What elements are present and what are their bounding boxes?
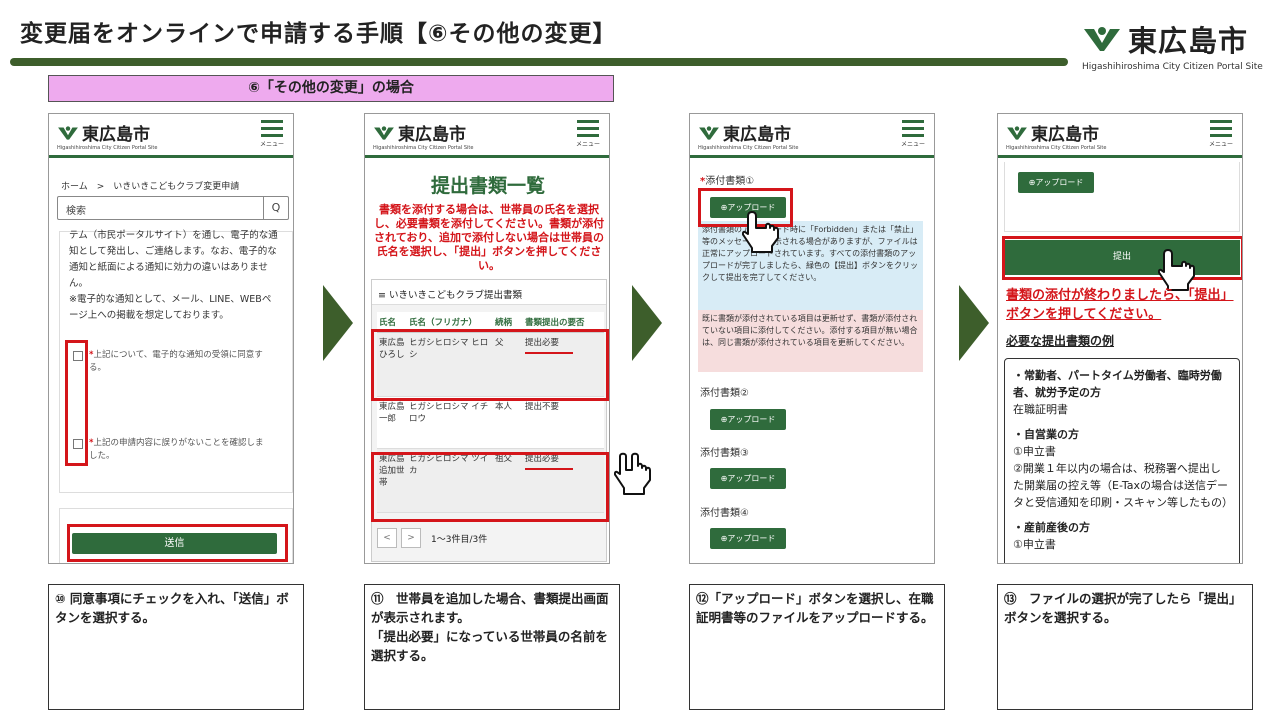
phone-logo[interactable]: 東広島市 Higashihiroshima City Citizen Porta… <box>1006 120 1106 151</box>
step-caption-13: ⑬ ファイルの選択が完了したら「提出」ボタンを選択する。 <box>997 584 1253 710</box>
next-step-arrow <box>632 285 662 361</box>
next-step-arrow <box>323 285 353 361</box>
highlight-row-3 <box>371 452 609 522</box>
search-input[interactable]: 検索 Q <box>57 196 289 220</box>
page-title: 変更届をオンラインで申請する手順【⑥その他の変更】 <box>20 21 617 47</box>
hamburger-icon <box>261 120 283 123</box>
highlight-checkboxes <box>65 340 88 466</box>
attachment-label-3: 添付書類③ <box>700 448 749 459</box>
upload-button[interactable]: ⊕アップロード <box>1018 172 1094 193</box>
phone-header: 東広島市 Higashihiroshima City Citizen Porta… <box>998 114 1242 158</box>
phone-logo-name: 東広島市 <box>1031 125 1099 145</box>
member-relation: 本人 <box>493 396 523 449</box>
phone-screen-3: 東広島市 Higashihiroshima City Citizen Porta… <box>689 113 935 564</box>
list-title: ≡ いきいきこどもクラブ提出書類 <box>372 280 606 305</box>
upload-button-2[interactable]: ⊕アップロード <box>710 409 786 430</box>
consent-label-1: *上記について、電子的な通知の受領に同意する。 <box>89 350 263 373</box>
leaf-logo-icon <box>58 125 78 140</box>
phone-logo-name: 東広島市 <box>398 125 466 145</box>
pagination: < > 1～3件目/3件 <box>377 528 487 548</box>
highlight-send-button <box>67 524 288 562</box>
pointing-hand-icon <box>742 211 779 253</box>
phone-header: 東広島市 Higashihiroshima City Citizen Porta… <box>690 114 934 158</box>
example-title: ・産前産後の方 <box>1013 521 1090 534</box>
phone-screen-1: 東広島市 Higashihiroshima City Citizen Porta… <box>48 113 294 564</box>
phone-logo-sub: Higashihiroshima City Citizen Portal Sit… <box>373 145 474 151</box>
upload-warning-notice: 既に書類が添付されている項目は更新せず、書類が添付されていない項目に添付してくだ… <box>698 310 923 372</box>
phone-logo-name: 東広島市 <box>82 125 150 145</box>
example-body: 在職証明書 <box>1013 403 1068 416</box>
example-body: ②開業１年以内の場合は、税務署へ提出した開業届の控え等（E-Taxの場合は送信デ… <box>1013 462 1233 509</box>
attachment-label-1: *添付書類① <box>700 176 755 187</box>
phone-logo-sub: Higashihiroshima City Citizen Portal Sit… <box>698 145 799 151</box>
step-caption-12: ⑫「アップロード」ボタンを選択し、在職証明書等のファイルをアップロードする。 <box>689 584 945 710</box>
phone-logo-sub: Higashihiroshima City Citizen Portal Sit… <box>1006 145 1107 151</box>
search-placeholder: 検索 <box>66 206 86 217</box>
menu-label: メニュー <box>259 141 284 148</box>
example-title: ・常勤者、パートタイム労働者、臨時労働者、就労予定の方 <box>1013 369 1222 399</box>
consent-text: テム（市民ポータルサイト）を通し、電子的な通知として発出し、ご連絡します。なお、… <box>69 230 278 321</box>
required-docs-heading: 必要な提出書類の例 <box>1006 334 1115 348</box>
phone-header: 東広島市 Higashihiroshima City Citizen Porta… <box>365 114 609 158</box>
required-docs-examples: ・常勤者、パートタイム労働者、臨時労働者、就労予定の方 在職証明書 ・自営業の方… <box>1004 358 1240 563</box>
member-name-link[interactable]: 東広島一郎 <box>377 396 407 449</box>
phone-screen-4: 東広島市 Higashihiroshima City Citizen Porta… <box>997 113 1243 564</box>
breadcrumb[interactable]: ホーム > いきいきこどもクラブ変更申請 <box>61 179 239 192</box>
table-row[interactable]: 東広島一郎 ヒガシヒロシマ イチロウ 本人 提出不要 <box>377 396 604 449</box>
menu-label: メニュー <box>900 141 925 148</box>
phone-header: 東広島市 Higashihiroshima City Citizen Porta… <box>49 114 293 158</box>
logo-name: 東広島市 <box>1128 24 1249 58</box>
menu-button[interactable]: メニュー <box>900 120 926 148</box>
upload-info-notice: 添付書類のアップロード時に「Forbidden」または「禁止」等のメッセージが表… <box>698 221 923 310</box>
leaf-logo-icon <box>1084 27 1120 51</box>
phone-logo-sub: Higashihiroshima City Citizen Portal Sit… <box>57 145 158 151</box>
hamburger-icon <box>902 120 924 123</box>
documents-heading: 提出書類一覧 <box>430 175 545 197</box>
example-body: ①申立書 <box>1013 445 1056 458</box>
example-body: ①申立書 <box>1013 538 1056 551</box>
logo-subtitle: Higashihiroshima City Citizen Portal Sit… <box>1082 62 1263 72</box>
leaf-logo-icon <box>699 125 719 140</box>
example-title: ・自営業の方 <box>1013 428 1079 441</box>
hamburger-icon <box>1210 120 1232 123</box>
consent-label-2: *上記の申請内容に誤りがないことを確認しました。 <box>89 438 264 461</box>
pager-prev-button[interactable]: < <box>377 528 397 548</box>
city-logo: 東広島市 Higashihiroshima City Citizen Porta… <box>1082 18 1272 72</box>
submit-instruction: 書類の添付が終わりましたら、「提出」ボタンを押してください。 <box>1006 288 1234 322</box>
leaf-logo-icon <box>374 125 394 140</box>
hamburger-icon <box>577 120 599 123</box>
upload-button-3[interactable]: ⊕アップロード <box>710 468 786 489</box>
phone-logo[interactable]: 東広島市 Higashihiroshima City Citizen Porta… <box>373 120 473 151</box>
title-divider <box>10 58 1068 66</box>
phone-logo[interactable]: 東広島市 Higashihiroshima City Citizen Porta… <box>57 120 157 151</box>
step-caption-11: ⑪ 世帯員を追加した場合、書類提出画面が表示されます。 「提出必要」になっている… <box>364 584 620 710</box>
member-requirement: 提出不要 <box>523 396 604 449</box>
member-kana: ヒガシヒロシマ イチロウ <box>407 396 493 449</box>
attachment-label-4: 添付書類④ <box>700 508 749 519</box>
next-step-arrow <box>959 285 989 361</box>
section-label: ⑥「その他の変更」の場合 <box>48 75 614 102</box>
menu-label: メニュー <box>575 141 600 148</box>
pager-next-button[interactable]: > <box>401 528 421 548</box>
highlight-submit-button <box>1002 236 1242 280</box>
attachment-label-2: 添付書類② <box>700 388 749 399</box>
search-icon[interactable]: Q <box>263 197 288 219</box>
phone-screen-2: 東広島市 Higashihiroshima City Citizen Porta… <box>364 113 610 564</box>
phone-logo[interactable]: 東広島市 Higashihiroshima City Citizen Porta… <box>698 120 798 151</box>
highlight-row-1 <box>371 329 609 401</box>
menu-label: メニュー <box>1208 141 1233 148</box>
step-caption-10: ⑩ 同意事項にチェックを入れ、「送信」ボタンを選択する。 <box>48 584 304 710</box>
upload-button-4[interactable]: ⊕アップロード <box>710 528 786 549</box>
leaf-logo-icon <box>1007 125 1027 140</box>
phone-logo-name: 東広島市 <box>723 125 791 145</box>
documents-notice: 書類を添付する場合は、世帯員の氏名を選択し、必要書類を添付してください。書類が添… <box>373 203 605 272</box>
slide: 変更届をオンラインで申請する手順【⑥その他の変更】 東広島市 Higashihi… <box>0 0 1280 720</box>
menu-button[interactable]: メニュー <box>575 120 601 148</box>
menu-button[interactable]: メニュー <box>1208 120 1234 148</box>
menu-button[interactable]: メニュー <box>259 120 285 148</box>
pager-text: 1～3件目/3件 <box>431 534 488 545</box>
pointing-hand-icon <box>614 452 651 495</box>
